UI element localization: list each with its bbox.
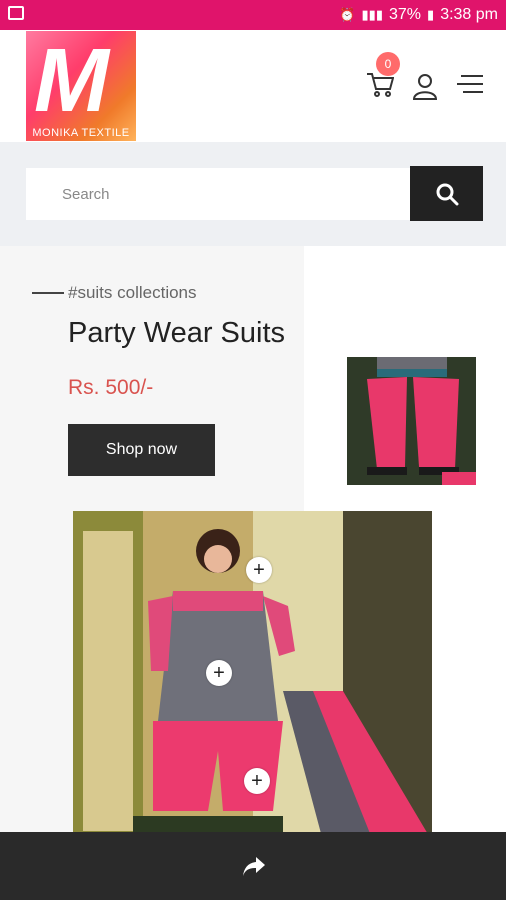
brand-logo[interactable]: M MONIKA TEXTILE [26,31,136,141]
alarm-icon: ⏰ [339,7,356,22]
clock: 3:38 pm [440,6,498,23]
user-icon[interactable] [412,72,438,100]
wifi-signal-icon: ▮▮▮ [361,7,383,22]
logo-caption: MONIKA TEXTILE [32,127,130,139]
hotspot-plus-button[interactable]: + [206,660,232,686]
search-button[interactable] [410,166,483,221]
shop-now-button[interactable]: Shop now [68,424,215,476]
cart-count-badge: 0 [376,52,400,76]
logo-letter: M [34,31,109,131]
hero-title: Party Wear Suits [68,317,286,349]
product-thumbnail[interactable] [347,357,476,485]
gallery-notification-icon [8,6,24,20]
search-icon [436,183,458,205]
battery-icon: ▮ [427,7,435,22]
share-icon[interactable] [242,855,266,877]
hero-price: Rs. 500/- [68,376,154,399]
collection-tag: #suits collections [68,283,197,302]
tag-divider [32,292,64,294]
status-bar-right: ⏰ ▮▮▮ 37% ▮ 3:38 pm [339,6,498,24]
hotspot-plus-button[interactable]: + [246,557,272,583]
hotspot-plus-button[interactable]: + [244,768,270,794]
menu-icon[interactable] [457,74,483,94]
battery-percent: 37% [389,6,422,23]
status-bar: ⏰ ▮▮▮ 37% ▮ 3:38 pm [0,0,506,30]
search-input[interactable] [26,168,410,220]
